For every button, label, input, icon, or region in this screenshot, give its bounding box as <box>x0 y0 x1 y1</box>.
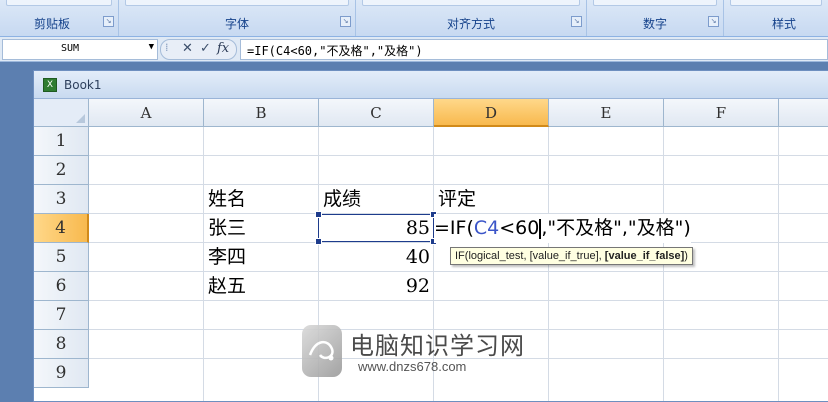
cell-b3[interactable]: 姓名 <box>208 185 246 214</box>
cell-c3[interactable]: 成绩 <box>323 185 361 214</box>
cell-b5[interactable]: 李四 <box>208 243 246 272</box>
gridline <box>89 155 828 156</box>
row-header-2[interactable]: 2 <box>34 156 89 185</box>
formula-input[interactable]: =IF(C4<60,"不及格","及格") <box>240 39 828 60</box>
cell-d4-editor[interactable]: =IF(C4<60 ,"不及格","及格") <box>434 214 691 243</box>
window-title: Book1 <box>64 78 102 92</box>
reference-highlight <box>315 211 437 245</box>
row-header-7[interactable]: 7 <box>34 301 89 330</box>
gridline <box>89 271 828 272</box>
ribbon-group-alignment: 对齐方式 ↘ <box>356 0 587 36</box>
row-header-4[interactable]: 4 <box>34 214 89 243</box>
ribbon-group-label: 剪贴板 <box>34 17 71 31</box>
cell-c6[interactable]: 92 <box>319 272 430 301</box>
dialog-launcher-icon[interactable]: ↘ <box>571 16 582 27</box>
ribbon-buttons[interactable] <box>6 0 112 6</box>
ribbon-group-label: 样式 <box>772 17 797 31</box>
resize-handle[interactable] <box>315 211 322 218</box>
name-box-value: SUM <box>61 43 80 54</box>
column-header-d[interactable]: D <box>434 99 549 127</box>
column-header-a[interactable]: A <box>89 99 204 127</box>
cancel-icon[interactable]: ✕ <box>182 41 193 56</box>
ribbon-buttons[interactable] <box>362 0 580 6</box>
column-header-g[interactable] <box>779 99 828 127</box>
column-header-f[interactable]: F <box>664 99 779 127</box>
dialog-launcher-icon[interactable]: ↘ <box>708 16 719 27</box>
row-header-6[interactable]: 6 <box>34 272 89 301</box>
tooltip-text: IF(logical_test, [value_if_true], <box>455 250 605 262</box>
excel-icon: X <box>43 78 57 92</box>
select-all-button[interactable] <box>34 99 89 127</box>
ribbon-group-label: 数字 <box>642 17 667 31</box>
formula-bar: SUM ▼ ⁞ ✕ ✓ fx =IF(C4<60,"不及格","及格") <box>0 37 828 62</box>
insert-function-icon[interactable]: fx <box>217 41 229 56</box>
function-tooltip[interactable]: IF(logical_test, [value_if_true], [value… <box>450 247 693 265</box>
ribbon: 剪贴板 ↘ 字体 ↘ 对齐方式 ↘ 数字 ↘ 样式 <box>0 0 828 37</box>
ribbon-group-label: 字体 <box>224 17 249 31</box>
watermark: 电脑知识学习网 www.dnzs678.com <box>302 323 542 383</box>
window-titlebar[interactable]: X Book1 <box>34 71 828 99</box>
row-header-3[interactable]: 3 <box>34 185 89 214</box>
resize-handle[interactable] <box>315 238 322 245</box>
edit-reference: C4 <box>473 217 500 239</box>
ribbon-group-font: 字体 ↘ <box>119 0 356 36</box>
ribbon-buttons[interactable] <box>730 0 822 6</box>
watermark-url: www.dnzs678.com <box>358 359 467 374</box>
cell-c5[interactable]: 40 <box>319 243 430 272</box>
dialog-launcher-icon[interactable]: ↘ <box>340 16 351 27</box>
name-box[interactable]: SUM ▼ <box>2 39 158 60</box>
gridline <box>89 300 828 301</box>
row-header-9[interactable]: 9 <box>34 359 89 388</box>
gridline <box>778 127 779 401</box>
formula-text: =IF(C4<60,"不及格","及格") <box>247 44 423 58</box>
dialog-launcher-icon[interactable]: ↘ <box>103 16 114 27</box>
cell-b6[interactable]: 赵五 <box>208 272 246 301</box>
row-header-1[interactable]: 1 <box>34 127 89 156</box>
cell-d3[interactable]: 评定 <box>438 185 476 214</box>
edit-suffix: ,"不及格","及格") <box>541 217 691 239</box>
gridline <box>203 127 204 401</box>
enter-icon[interactable]: ✓ <box>200 41 211 56</box>
row-header-8[interactable]: 8 <box>34 330 89 359</box>
edit-operator: <60 <box>499 217 540 239</box>
watermark-logo-icon <box>302 325 342 377</box>
tooltip-close-paren: ) <box>684 250 688 262</box>
grip-icon: ⁞ <box>165 41 169 54</box>
ribbon-group-styles: 样式 <box>724 0 828 36</box>
watermark-title: 电脑知识学习网 <box>350 332 525 360</box>
column-header-e[interactable]: E <box>549 99 664 127</box>
formula-buttons: ⁞ ✕ ✓ fx <box>160 39 237 60</box>
ribbon-group-number: 数字 ↘ <box>587 0 724 36</box>
ribbon-buttons[interactable] <box>125 0 349 6</box>
cell-b4[interactable]: 张三 <box>208 214 246 243</box>
edit-prefix: =IF( <box>434 217 474 239</box>
column-header-c[interactable]: C <box>319 99 434 127</box>
column-header-b[interactable]: B <box>204 99 319 127</box>
row-header-5[interactable]: 5 <box>34 243 89 272</box>
ribbon-buttons[interactable] <box>593 0 717 6</box>
tooltip-current-arg: [value_if_false] <box>604 250 685 262</box>
chevron-down-icon[interactable]: ▼ <box>149 42 154 52</box>
ribbon-group-clipboard: 剪贴板 ↘ <box>0 0 119 36</box>
ribbon-group-label: 对齐方式 <box>446 17 495 31</box>
